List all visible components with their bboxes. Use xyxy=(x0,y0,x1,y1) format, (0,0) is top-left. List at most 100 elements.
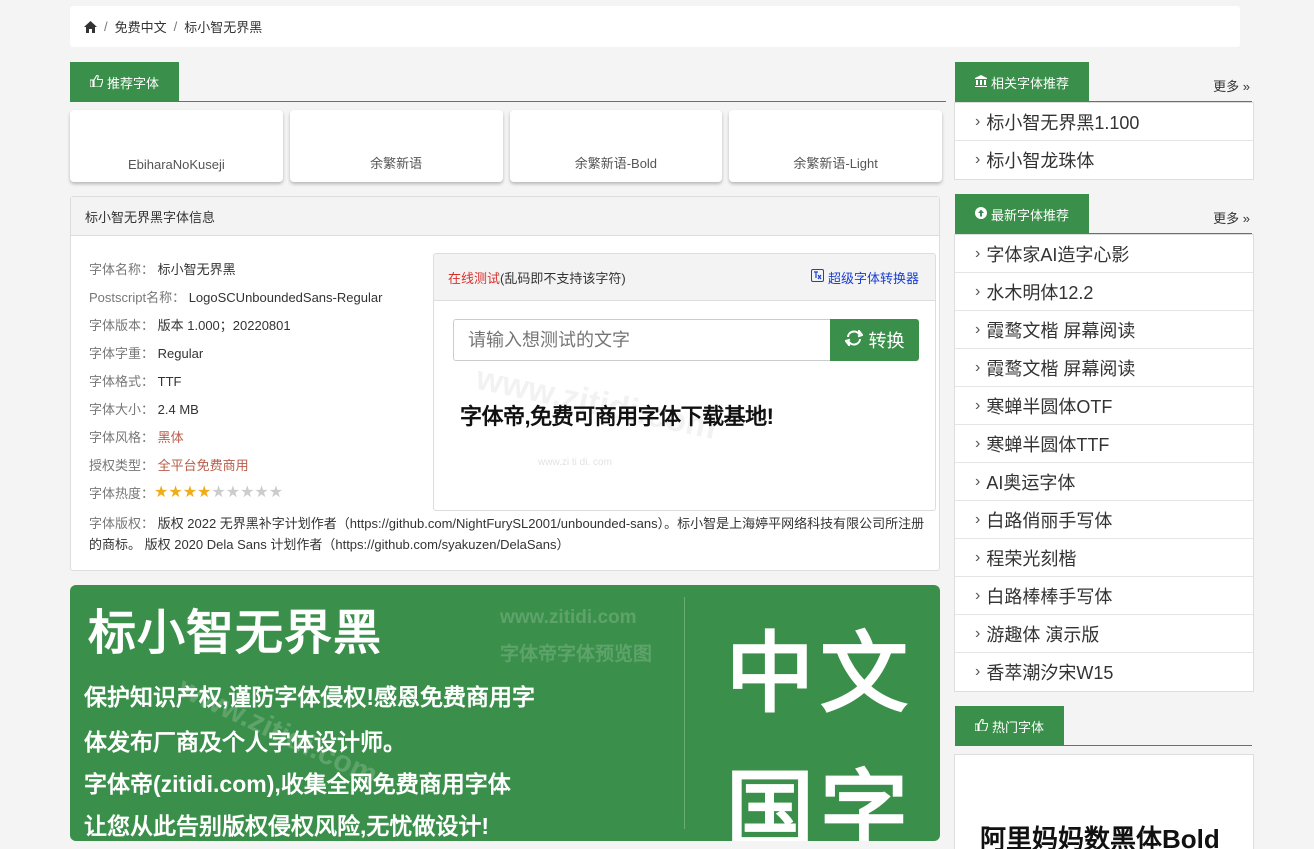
latest-more-link[interactable]: 更多 » xyxy=(1213,208,1250,227)
list-item[interactable]: › 程荣光刻楷 xyxy=(955,539,1253,577)
star-empty-icon: ★ xyxy=(225,484,241,501)
font-info-header: 标小智无界黑字体信息 xyxy=(71,197,939,236)
latest-title: 最新字体推荐 xyxy=(991,207,1070,223)
list-item[interactable]: › 霞鹜文楷 屏幕阅读 xyxy=(955,311,1253,349)
list-item-label: 程荣光刻楷 xyxy=(986,548,1077,569)
list-item-label: 寒蝉半圆体OTF xyxy=(986,396,1113,417)
star-filled-icon: ★ xyxy=(182,484,198,501)
list-item[interactable]: › 标小智龙珠体 xyxy=(955,141,1253,179)
home-icon[interactable] xyxy=(84,20,97,33)
breadcrumb-item-category[interactable]: 免费中文 xyxy=(115,17,167,36)
preview-title: 标小智无界黑 xyxy=(88,607,383,660)
copyright-text: 版权 2022 无界黑补字计划作者（https://github.com/Nig… xyxy=(89,516,925,552)
info-label: 字体风格： xyxy=(89,430,155,445)
preview-divider xyxy=(684,597,685,829)
info-label: 字体版本： xyxy=(89,318,155,333)
arrow-circle-up-icon xyxy=(975,206,987,222)
font-card[interactable]: 余繁新语-Bold xyxy=(509,110,723,182)
test-text-input[interactable] xyxy=(453,319,831,361)
rating-stars: ★★★★★★★★★ xyxy=(154,482,283,502)
chevron-right-icon: › xyxy=(975,282,981,300)
chevron-right-icon: › xyxy=(975,510,981,528)
info-style-link[interactable]: 黑体 xyxy=(158,430,184,445)
info-value: TTF xyxy=(157,374,182,389)
info-row-format: 字体格式： TTF xyxy=(89,371,181,390)
info-value: LogoSCUnboundedSans-Regular xyxy=(188,290,383,305)
list-item[interactable]: › 标小智无界黑1.100 xyxy=(955,103,1253,141)
breadcrumb-separator: / xyxy=(173,19,178,34)
list-item[interactable]: › 寒蝉半圆体TTF xyxy=(955,425,1253,463)
preview-watermark-caption: 字体帝字体预览图 xyxy=(500,644,653,665)
list-item-label: 香萃潮汐宋W15 xyxy=(986,663,1114,683)
list-item-label: 霞鹜文楷 屏幕阅读 xyxy=(986,358,1136,379)
related-more-link[interactable]: 更多 » xyxy=(1213,76,1250,95)
font-preview-image: 标小智无界黑 www.zitidi.com 字体帝字体预览图 www.zitid… xyxy=(70,585,940,841)
list-item-label: 字体家AI造字心影 xyxy=(986,244,1130,265)
info-label: Postscript名称： xyxy=(89,290,186,305)
online-test-header: 在线测试(乱码即不支持该字符) 超级字体转换器 xyxy=(434,254,935,301)
info-label: 字体大小： xyxy=(89,402,155,417)
breadcrumb-separator: / xyxy=(104,19,108,34)
recommended-font-cards: EbiharaNoKuseji 余繁新语 余繁新语-Bold 余繁新语-Ligh… xyxy=(70,110,942,182)
chevron-right-icon: › xyxy=(975,112,981,130)
font-card-name: EbiharaNoKuseji xyxy=(127,157,225,172)
latest-font-list: › 字体家AI造字心影 › 水木明体12.2 › 霞鹜文楷 屏幕阅读 › 霞鹜文楷 屏幕… xyxy=(954,234,1254,692)
list-item-label: AI奥运字体 xyxy=(986,472,1076,493)
list-item[interactable]: › 字体家AI造字心影 xyxy=(955,235,1253,273)
font-card[interactable]: 余繁新语 xyxy=(289,110,503,182)
list-item-label: 白路俏丽手写体 xyxy=(986,510,1113,531)
info-row-weight: 字体字重： Regular xyxy=(89,343,203,362)
chevron-right-icon: › xyxy=(975,244,981,262)
star-empty-icon: ★ xyxy=(254,484,269,501)
list-item[interactable]: › 白路俏丽手写体 xyxy=(955,501,1253,539)
font-card-name: 余繁新语-Bold xyxy=(574,156,658,171)
thumbs-up-icon xyxy=(89,73,104,90)
preview-line: 保护知识产权,谨防字体侵权!感恩免费商用字 xyxy=(84,684,536,710)
converter-icon xyxy=(810,269,824,285)
list-item[interactable]: › AI奥运字体 xyxy=(955,463,1253,501)
related-font-list: › 标小智无界黑1.100 › 标小智龙珠体 xyxy=(954,102,1254,180)
info-label: 字体名称： xyxy=(89,262,155,277)
chevron-right-icon: › xyxy=(975,663,981,680)
info-label: 字体字重： xyxy=(89,346,155,361)
info-row-size: 字体大小： 2.4 MB xyxy=(89,399,199,418)
info-row-popularity: 字体热度： ★★★★★★★★★ xyxy=(89,482,283,502)
info-value: 版本 1.000；20220801 xyxy=(157,318,291,333)
online-test-box: 在线测试(乱码即不支持该字符) 超级字体转换器 www.zitidi.com 转… xyxy=(433,253,936,511)
chevron-right-icon: › xyxy=(975,624,981,642)
bank-icon xyxy=(975,74,987,90)
watermark-small: www.zi ti di. com xyxy=(538,457,612,468)
preview-watermark-site: www.zitidi.com xyxy=(500,607,637,628)
hot-font-card[interactable]: 阿里妈妈数黑体Bold xyxy=(954,754,1254,849)
font-card-name: 余繁新语 xyxy=(370,156,423,171)
chevron-right-icon: › xyxy=(975,472,981,490)
font-converter-link[interactable]: 超级字体转换器 xyxy=(810,268,919,287)
star-empty-icon: ★ xyxy=(240,484,255,501)
convert-button[interactable]: 转换 xyxy=(830,319,919,361)
related-section-header: 相关字体推荐 更多 » xyxy=(955,62,1252,102)
info-license-link[interactable]: 全平台免费商用 xyxy=(158,458,249,473)
info-row-license: 授权类型： 全平台免费商用 xyxy=(89,455,249,474)
info-value: Regular xyxy=(157,346,204,361)
star-filled-icon: ★ xyxy=(197,484,212,501)
chevron-right-icon: › xyxy=(975,586,981,604)
list-item[interactable]: › 游趣体 演示版 xyxy=(955,615,1253,653)
list-item[interactable]: › 香萃潮汐宋W15 xyxy=(955,653,1253,691)
font-card[interactable]: 余繁新语-Light xyxy=(729,110,942,182)
info-label: 字体格式： xyxy=(89,374,155,389)
breadcrumb-item-current: 标小智无界黑 xyxy=(184,20,263,35)
info-row-name: 字体名称： 标小智无界黑 xyxy=(89,259,236,278)
list-item[interactable]: › 白路棒棒手写体 xyxy=(955,577,1253,615)
preview-line: 字体帝(zitidi.com),收集全网免费商用字体 xyxy=(84,771,511,797)
list-item[interactable]: › 寒蝉半圆体OTF xyxy=(955,387,1253,425)
font-card[interactable]: EbiharaNoKuseji xyxy=(70,110,283,182)
list-item[interactable]: › 水木明体12.2 xyxy=(955,273,1253,311)
star-filled-icon: ★ xyxy=(154,484,169,501)
list-item-label: 标小智龙珠体 xyxy=(986,151,1095,171)
list-item-label: 水木明体12.2 xyxy=(986,282,1094,303)
online-test-note: (乱码即不支持该字符) xyxy=(500,270,626,286)
list-item[interactable]: › 霞鹜文楷 屏幕阅读 xyxy=(955,349,1253,387)
breadcrumb: / 免费中文 / 标小智无界黑 xyxy=(70,6,1240,47)
chevron-right-icon: › xyxy=(975,548,981,566)
related-title: 相关字体推荐 xyxy=(991,75,1070,91)
